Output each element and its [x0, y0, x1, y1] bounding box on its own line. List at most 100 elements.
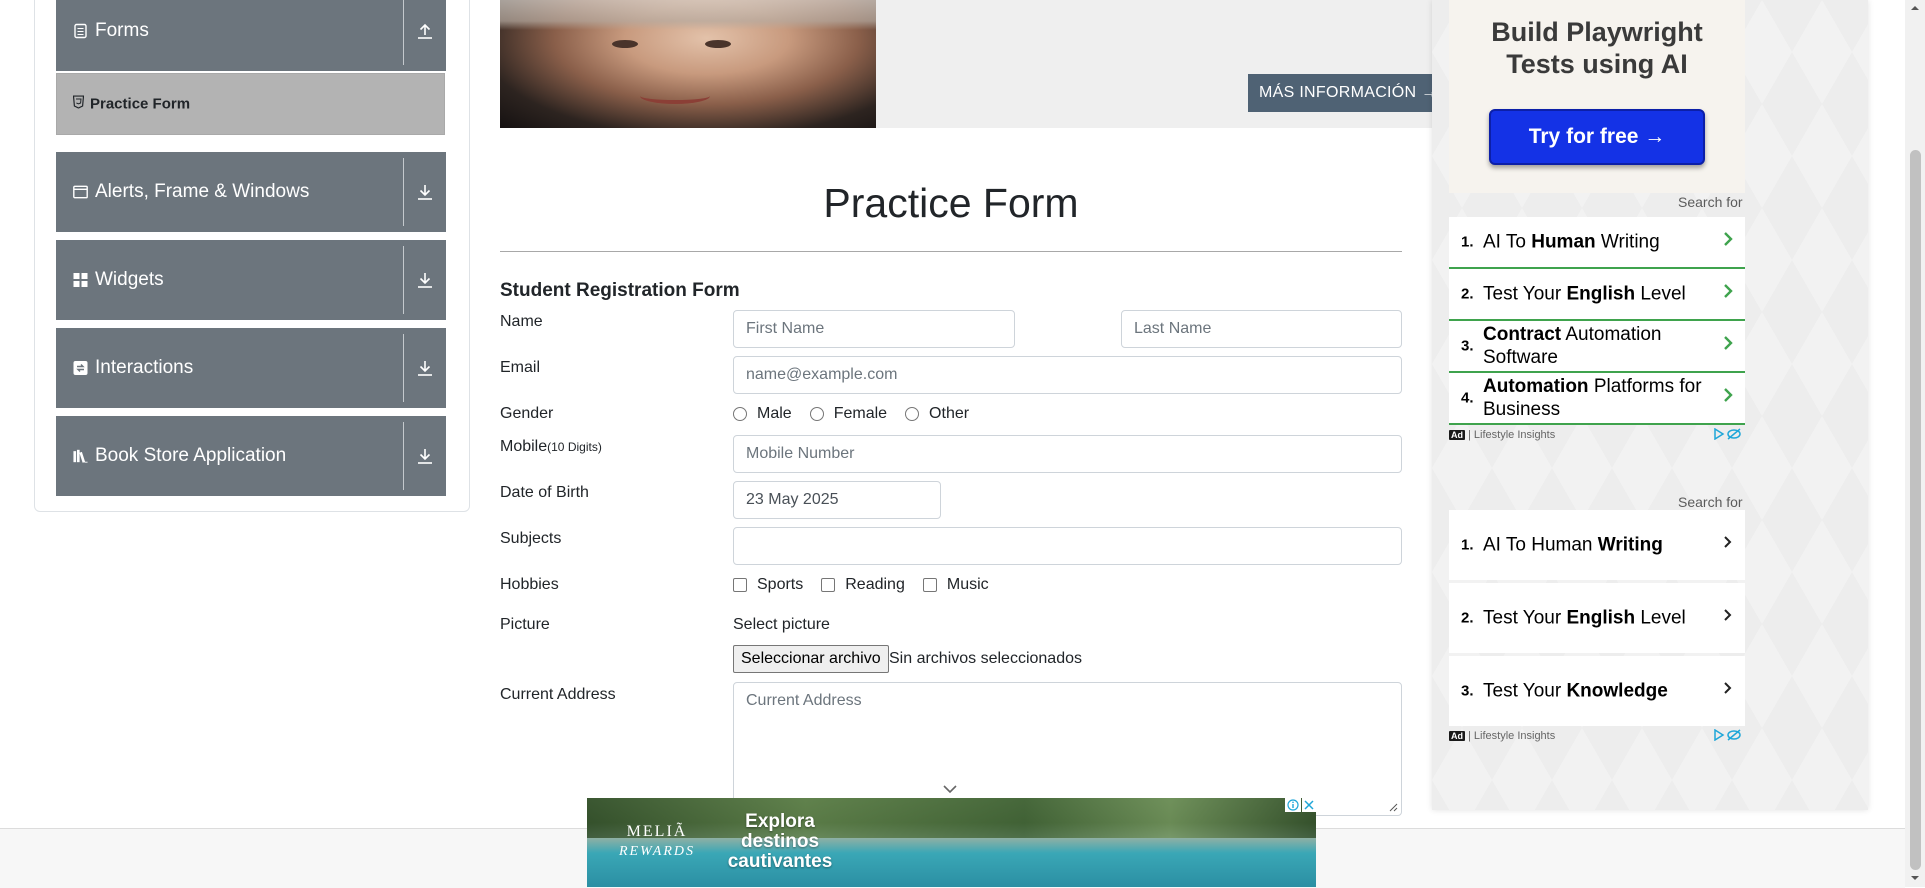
hobby-sports-checkbox[interactable]: Sports [733, 576, 803, 594]
ad-info-icon[interactable] [1285, 798, 1301, 812]
ad-search-item[interactable]: 1. AI To Human Writing [1449, 510, 1745, 580]
search-for-label: Search for [1678, 194, 1743, 210]
resize-grip-icon[interactable] [1389, 803, 1398, 812]
gender-label: Gender [500, 405, 554, 422]
name-label: Name [500, 313, 543, 330]
item-text: Test Your English Level [1483, 607, 1686, 629]
email-label: Email [500, 359, 541, 376]
melia-bottom-ad[interactable]: MELIÃ REWARDS Explora destinos cautivant… [587, 798, 1316, 887]
file-status-text: Sin archivos seleccionados [889, 650, 1082, 667]
subjects-label: Subjects [500, 530, 562, 547]
item-number: 1. [1461, 233, 1474, 251]
ad-search-item[interactable]: 1. AI To Human Writing [1449, 217, 1745, 269]
subjects-input[interactable] [733, 527, 1402, 565]
expand-down-icon[interactable] [404, 240, 446, 320]
sidebar-item-practice-form[interactable]: Practice Form [56, 73, 445, 135]
chevron-down-icon[interactable] [942, 784, 958, 794]
collapse-up-icon[interactable] [404, 0, 446, 71]
item-text: Automation Platforms for Business [1483, 376, 1702, 420]
brand-line: REWARDS [619, 844, 696, 859]
radio-label: Female [833, 405, 888, 422]
chevron-right-icon [1723, 231, 1733, 253]
ad-search-item[interactable]: 3. Contract Automation Software [1449, 321, 1745, 373]
picture-label: Picture [500, 616, 550, 633]
ad-search-item[interactable]: 2. Test Your English Level [1449, 269, 1745, 321]
banner-portrait-image [500, 0, 876, 128]
scroll-up-arrow-icon[interactable] [1909, 2, 1921, 14]
checkbox-label: Music [946, 576, 989, 593]
sidebar-group-alerts[interactable]: Alerts, Frame & Windows [56, 152, 446, 232]
hobbies-label: Hobbies [500, 576, 559, 593]
ad-search-item[interactable]: 3. Test Your Knowledge [1449, 656, 1745, 726]
chevron-right-icon [1723, 534, 1733, 556]
sidebar-group-interactions[interactable]: Interactions [56, 328, 446, 408]
widgets-icon [73, 273, 88, 288]
page-title: Practice Form [823, 180, 1079, 226]
expand-down-icon[interactable] [404, 152, 446, 232]
form-subtitle: Student Registration Form [500, 280, 740, 301]
hobby-reading-checkbox[interactable]: Reading [821, 576, 905, 594]
melia-logo: MELIÃ REWARDS [619, 822, 695, 862]
ad-title-line: Tests using AI [1506, 49, 1688, 79]
select-picture-caption: Select picture [733, 616, 830, 633]
ad-sponsor: | Lifestyle Insights [1468, 730, 1556, 742]
mobile-label: Mobile(10 Digits) [500, 438, 602, 456]
current-address-textarea[interactable]: Current Address [733, 682, 1402, 816]
checkbox-label: Reading [845, 576, 905, 593]
item-number: 2. [1461, 285, 1474, 303]
last-name-input[interactable]: Last Name [1121, 310, 1402, 348]
ad-sponsor: | Lifestyle Insights [1468, 429, 1556, 441]
gender-other-radio[interactable]: Other [905, 405, 969, 423]
ad-search-list-2: 1. AI To Human Writing 2. Test Your Engl… [1449, 510, 1745, 726]
search-for-label: Search for [1678, 494, 1743, 510]
choose-file-button[interactable]: Seleccionar archivo [733, 645, 889, 673]
brand-line: MELIÃ [626, 823, 688, 840]
ad-search-item[interactable]: 2. Test Your English Level [1449, 583, 1745, 653]
window-icon [73, 185, 88, 200]
radio-label: Other [929, 405, 970, 422]
date-of-birth-input[interactable]: 23 May 2025 [733, 481, 941, 519]
ad-search-list-1: 1. AI To Human Writing 2. Test Your Engl… [1449, 217, 1745, 425]
divider [500, 251, 1402, 252]
scrollbar-thumb[interactable] [1910, 150, 1921, 870]
mobile-hint: (10 Digits) [547, 440, 602, 454]
item-number: 1. [1461, 536, 1474, 554]
item-text: Test Your Knowledge [1483, 680, 1668, 702]
item-number: 3. [1461, 337, 1474, 355]
try-for-free-button[interactable]: Try for free → [1489, 109, 1705, 165]
item-text: AI To Human Writing [1483, 231, 1660, 253]
email-input[interactable]: name@example.com [733, 356, 1402, 394]
expand-down-icon[interactable] [404, 328, 446, 408]
chevron-right-icon [1723, 387, 1733, 409]
more-info-button[interactable]: MÁS INFORMACIÓN → [1248, 74, 1438, 112]
textarea-placeholder: Current Address [746, 692, 862, 709]
chevron-right-icon [1723, 607, 1733, 629]
ad-search-item[interactable]: 4. Automation Platforms for Business [1449, 373, 1745, 425]
gender-male-radio[interactable]: Male [733, 405, 792, 423]
gender-radio-group: Male Female Other [733, 405, 987, 423]
ad-footer[interactable]: Ad | Lifestyle Insights [1449, 727, 1745, 745]
ad-footer[interactable]: Ad | Lifestyle Insights [1449, 426, 1745, 444]
scroll-down-arrow-icon[interactable] [1909, 872, 1921, 884]
address-label: Current Address [500, 686, 616, 703]
radio-label: Male [757, 405, 792, 422]
sidebar-group-book-store[interactable]: Book Store Application [56, 416, 446, 496]
sidebar-group-label: Book Store Application [95, 445, 287, 466]
sidebar-group-widgets[interactable]: Widgets [56, 240, 446, 320]
item-number: 3. [1461, 682, 1474, 700]
interactions-icon [73, 361, 88, 376]
expand-down-icon[interactable] [404, 416, 446, 496]
adchoices-icon[interactable] [1713, 427, 1741, 443]
mobile-input[interactable]: Mobile Number [733, 435, 1402, 473]
item-text: Contract Automation Software [1483, 324, 1662, 368]
hobby-music-checkbox[interactable]: Music [922, 576, 989, 594]
sidebar-group-forms[interactable]: Forms [56, 0, 446, 71]
close-icon[interactable] [1302, 798, 1316, 812]
checkbox-label: Sports [757, 576, 804, 593]
document-icon [73, 23, 88, 38]
item-number: 2. [1461, 609, 1474, 627]
first-name-input[interactable]: First Name [733, 310, 1015, 348]
gender-female-radio[interactable]: Female [809, 405, 888, 423]
playwright-ad-title: Build Playwright Tests using AI [1449, 16, 1745, 80]
adchoices-icon[interactable] [1713, 728, 1741, 744]
